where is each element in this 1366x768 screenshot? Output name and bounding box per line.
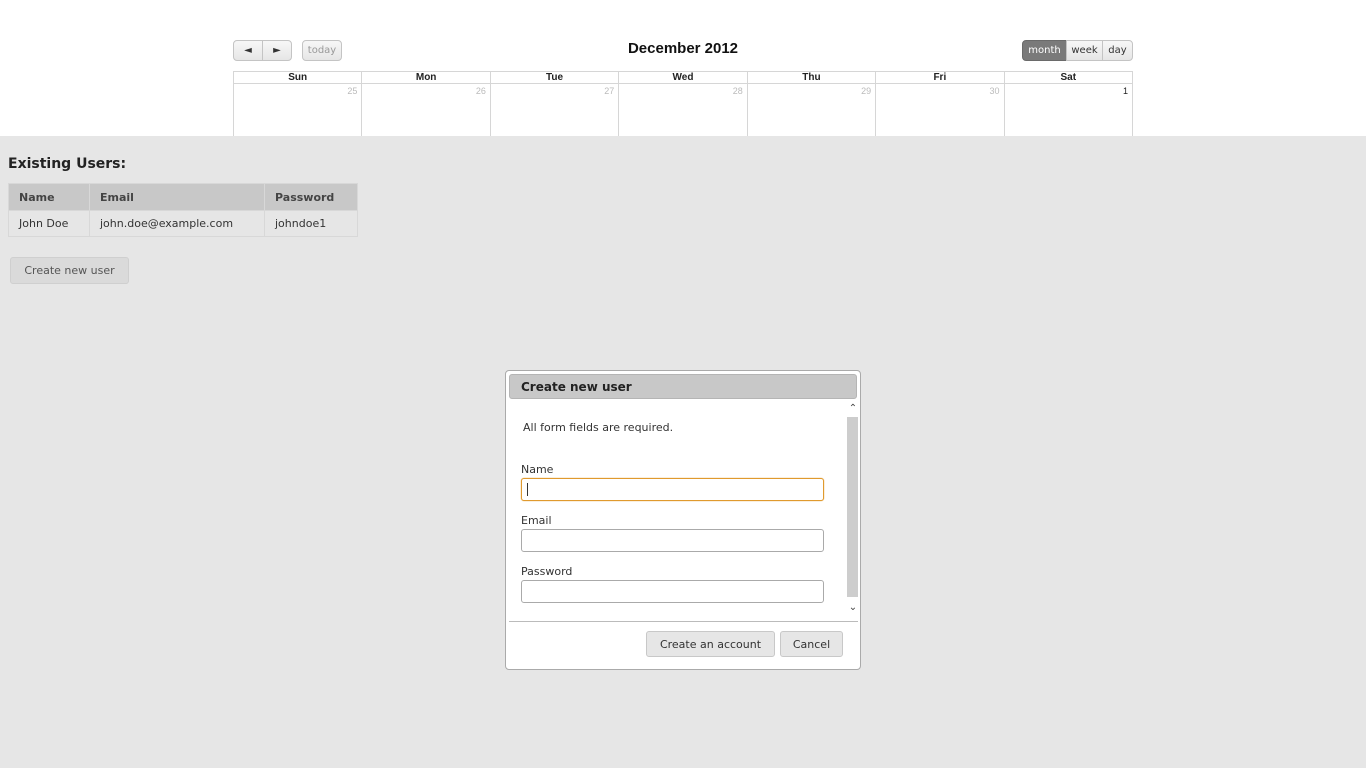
cell-name: John Doe [8, 210, 90, 237]
weekday-header: Fri [876, 71, 1005, 84]
calendar-next-button[interactable]: ► [262, 40, 292, 61]
triangle-left-icon: ◄ [244, 45, 252, 56]
calendar: ◄ ► today December 2012 month week day S… [0, 0, 1366, 136]
password-input[interactable] [521, 580, 824, 603]
table-row: John Doe john.doe@example.com johndoe1 [8, 210, 358, 237]
view-week-button[interactable]: week [1066, 40, 1103, 61]
calendar-today-button[interactable]: today [302, 40, 342, 61]
weekday-header: Sat [1004, 71, 1133, 84]
scrollbar-thumb[interactable] [847, 417, 858, 597]
column-header-email: Email [89, 183, 265, 211]
create-new-user-button[interactable]: Create new user [10, 257, 129, 284]
calendar-grid: Sun Mon Tue Wed Thu Fri Sat 25 26 27 28 … [233, 71, 1133, 136]
cell-password: johndoe1 [264, 210, 358, 237]
weekday-header: Mon [362, 71, 491, 84]
password-label: Password [521, 565, 573, 578]
weekday-header: Tue [490, 71, 620, 84]
view-day-button[interactable]: day [1102, 40, 1133, 61]
day-cell[interactable]: 30 [876, 84, 1005, 136]
calendar-prev-button[interactable]: ◄ [233, 40, 263, 61]
weekday-header: Sun [234, 71, 363, 84]
dialog-titlebar[interactable]: Create new user [509, 374, 857, 399]
day-cell[interactable]: 26 [362, 84, 491, 136]
cell-email: john.doe@example.com [89, 210, 265, 237]
required-note: All form fields are required. [523, 421, 674, 434]
dialog-divider [509, 621, 858, 622]
email-label: Email [521, 514, 552, 527]
create-user-dialog: Create new user All form fields are requ… [505, 370, 861, 670]
calendar-title: December 2012 [627, 40, 739, 57]
dialog-body: All form fields are required. Name Email… [509, 401, 858, 617]
day-cell-current-month[interactable]: 1 [1005, 84, 1133, 136]
name-input[interactable] [521, 478, 824, 501]
day-cell[interactable]: 29 [748, 84, 877, 136]
day-cell[interactable]: 28 [619, 84, 748, 136]
users-heading: Existing Users: [8, 156, 127, 172]
column-header-name: Name [8, 183, 90, 211]
text-caret [527, 483, 528, 496]
triangle-right-icon: ► [273, 45, 281, 56]
weekday-header: Thu [747, 71, 877, 84]
table-header-row: Name Email Password [8, 183, 358, 211]
chevron-up-icon[interactable]: ⌃ [846, 401, 858, 415]
weekday-header: Wed [619, 71, 748, 84]
day-cell[interactable]: 27 [491, 84, 620, 136]
create-account-button[interactable]: Create an account [646, 631, 775, 657]
cancel-button[interactable]: Cancel [780, 631, 843, 657]
name-label: Name [521, 463, 554, 476]
dialog-scrollbar[interactable]: ⌃ ⌄ [846, 401, 858, 617]
email-input[interactable] [521, 529, 824, 552]
view-month-button[interactable]: month [1022, 40, 1067, 61]
column-header-password: Password [264, 183, 358, 211]
dialog-title: Create new user [521, 379, 632, 394]
chevron-down-icon[interactable]: ⌄ [846, 600, 858, 614]
day-cell[interactable]: 25 [234, 84, 363, 136]
users-table: Name Email Password John Doe john.doe@ex… [8, 183, 358, 237]
